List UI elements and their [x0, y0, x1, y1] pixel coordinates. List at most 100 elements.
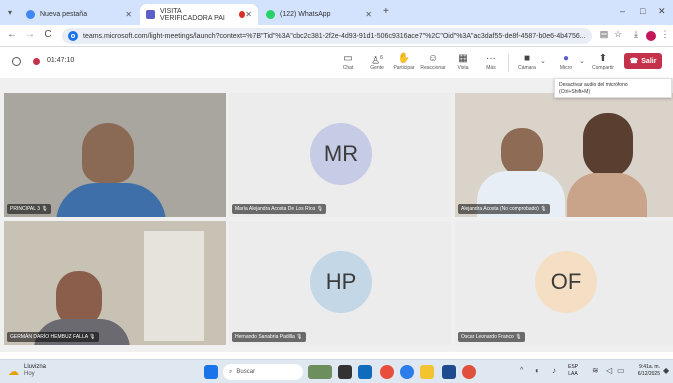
weather-icon[interactable]: ☁	[8, 365, 19, 378]
whatsapp-icon	[266, 10, 275, 19]
participant-video-person	[567, 173, 647, 217]
mic-icon: ●	[562, 53, 570, 64]
participant-tile[interactable]: MR María Alejandra Acosta De Los Ríos 🎙	[229, 93, 451, 217]
people-icon: ♙6	[371, 55, 383, 67]
windows-start-icon[interactable]	[204, 365, 218, 379]
network-icon[interactable]: ◐	[535, 366, 540, 375]
participant-tile[interactable]: OF Oscar Leonardo Franco 🎙	[455, 221, 673, 345]
camera-button[interactable]: ■ Cámara	[516, 52, 538, 71]
mic-tooltip: Desactivar audio del micrófono (Ctrl+Shi…	[554, 78, 672, 98]
more-button[interactable]: ··· Más	[480, 52, 502, 71]
react-button[interactable]: ☺ Reaccionar	[420, 52, 445, 71]
avatar: MR	[310, 123, 372, 185]
reaction-icon: ☺	[427, 53, 439, 64]
avatar: OF	[535, 251, 597, 313]
chat-button[interactable]: ▭ Chat	[337, 52, 359, 71]
participant-name-tag: PRINCIPAL 3 🎙	[7, 204, 51, 214]
camera-icon: ■	[523, 53, 531, 64]
raise-hand-icon: ✋	[397, 53, 411, 64]
tab-search-icon[interactable]: ▾	[8, 8, 12, 17]
profile-avatar[interactable]	[646, 31, 656, 41]
tray-mic-icon[interactable]: ♪	[552, 366, 556, 375]
new-tab-button[interactable]: +	[383, 6, 389, 17]
chrome-taskbar-icon[interactable]	[400, 365, 414, 379]
close-tab-icon[interactable]: ✕	[125, 10, 132, 19]
video-background-window	[144, 231, 204, 341]
taskbar-search[interactable]: ⌕ Buscar	[223, 364, 303, 380]
tab-label: (122) WhatsApp	[280, 11, 331, 18]
reload-icon[interactable]: C	[42, 29, 54, 40]
close-window-button[interactable]: ✕	[658, 6, 666, 17]
bookmark-star-icon[interactable]: ☆	[612, 29, 624, 40]
participant-video-person	[583, 113, 633, 177]
participant-video-person	[501, 128, 543, 176]
weather-widget[interactable]: Lluvizna Hoy	[24, 364, 46, 378]
site-info-icon[interactable]	[68, 31, 78, 41]
url-text: teams.microsoft.com/light-meetings/launc…	[83, 32, 586, 40]
camera-options-chevron-icon[interactable]: ⌄	[540, 57, 546, 65]
tab-label: Nueva pestaña	[40, 11, 88, 18]
participant-tile[interactable]: Alejandra Acosta (No comprobado) 🎙	[455, 93, 673, 217]
search-icon: ⌕	[229, 368, 233, 375]
minimize-button[interactable]: –	[620, 6, 625, 16]
toolbar-divider	[508, 54, 509, 72]
download-icon[interactable]: ⤓	[630, 29, 642, 40]
participant-tile[interactable]: HP Hernando Sanabria Padilla 🎙	[229, 221, 451, 345]
task-view-icon[interactable]	[338, 365, 352, 379]
wifi-icon[interactable]: ≋	[592, 366, 599, 375]
edge-icon[interactable]	[358, 365, 372, 379]
participant-name-tag: Alejandra Acosta (No comprobado) 🎙	[458, 204, 550, 214]
tab-whatsapp[interactable]: (122) WhatsApp ✕	[260, 4, 378, 25]
meeting-toolbar: 01:47:10 ▭ Chat ♙6 Gente ✋ Participar ☺ …	[0, 48, 673, 78]
forward-icon[interactable]: →	[24, 29, 36, 40]
windows-taskbar: ☁ Lluvizna Hoy ⌕ Buscar ^ ◐ ♪ ESP LAA ≋ …	[0, 359, 673, 383]
people-button[interactable]: ♙6 Gente	[366, 52, 388, 71]
file-explorer-icon[interactable]	[420, 365, 434, 379]
mic-button[interactable]: ● Micro	[555, 52, 577, 71]
back-icon[interactable]: ←	[6, 29, 18, 40]
recording-icon	[33, 58, 40, 65]
avatar: HP	[310, 251, 372, 313]
browser-menu-icon[interactable]: ⋮	[659, 29, 671, 40]
chat-icon: ▭	[343, 53, 353, 64]
view-button[interactable]: ▦ Vista	[452, 52, 474, 71]
chrome-active-icon[interactable]	[462, 365, 476, 379]
taskbar-widget-image[interactable]	[308, 365, 332, 379]
participant-tile[interactable]: GERMÁN DARÍO HEMBUZ FALLA 🎙	[4, 221, 226, 345]
teams-icon	[146, 10, 155, 19]
phone-hangup-icon: ☎	[629, 58, 639, 65]
participant-tile[interactable]: PRINCIPAL 3 🎙	[4, 93, 226, 217]
navigation-bar: ← → C teams.microsoft.com/light-meetings…	[0, 25, 673, 47]
leave-button[interactable]: ☎ Salir	[624, 53, 662, 69]
meeting-timer: 01:47:10	[47, 57, 75, 64]
meeting-stage: PRINCIPAL 3 🎙 MR María Alejandra Acosta …	[0, 78, 673, 352]
participant-name-tag: Oscar Leonardo Franco 🎙	[458, 332, 525, 342]
notification-icon[interactable]: ◆	[663, 366, 669, 375]
close-tab-icon[interactable]: ✕	[245, 10, 252, 19]
participant-video-person	[82, 123, 134, 183]
translate-icon[interactable]: ▤	[598, 29, 610, 40]
battery-icon[interactable]: ▭	[617, 366, 625, 375]
participant-name-tag: Hernando Sanabria Padilla 🎙	[232, 332, 306, 342]
share-button[interactable]: ⬆ Compartir	[592, 52, 614, 71]
mic-options-chevron-icon[interactable]: ⌄	[579, 57, 585, 65]
more-icon: ···	[486, 53, 496, 64]
app-icon[interactable]	[380, 365, 394, 379]
outlook-icon[interactable]	[442, 365, 456, 379]
chrome-icon	[26, 10, 35, 19]
tab-label: VISITA VERIFICADORA PAI	[160, 7, 225, 22]
tab-visita-verificadora[interactable]: VISITA VERIFICADORA PAI ✕	[140, 4, 258, 25]
address-bar[interactable]: teams.microsoft.com/light-meetings/launc…	[62, 28, 592, 44]
browser-tab-strip: ▾ Nueva pestaña ✕ VISITA VERIFICADORA PA…	[0, 0, 673, 25]
raise-hand-button[interactable]: ✋ Participar	[393, 52, 415, 71]
restore-button[interactable]: □	[640, 6, 645, 16]
clock[interactable]: 9:41a. m. 6/12/2025	[628, 364, 660, 378]
close-tab-icon[interactable]: ✕	[365, 10, 372, 19]
shield-icon[interactable]	[12, 57, 21, 66]
volume-icon[interactable]: ◁	[606, 366, 612, 375]
tray-chevron-icon[interactable]: ^	[520, 367, 523, 374]
participant-name-tag: GERMÁN DARÍO HEMBUZ FALLA 🎙	[7, 332, 99, 342]
tab-new-tab[interactable]: Nueva pestaña ✕	[20, 4, 138, 25]
view-icon: ▦	[458, 53, 468, 64]
language-indicator[interactable]: ESP LAA	[568, 364, 578, 378]
